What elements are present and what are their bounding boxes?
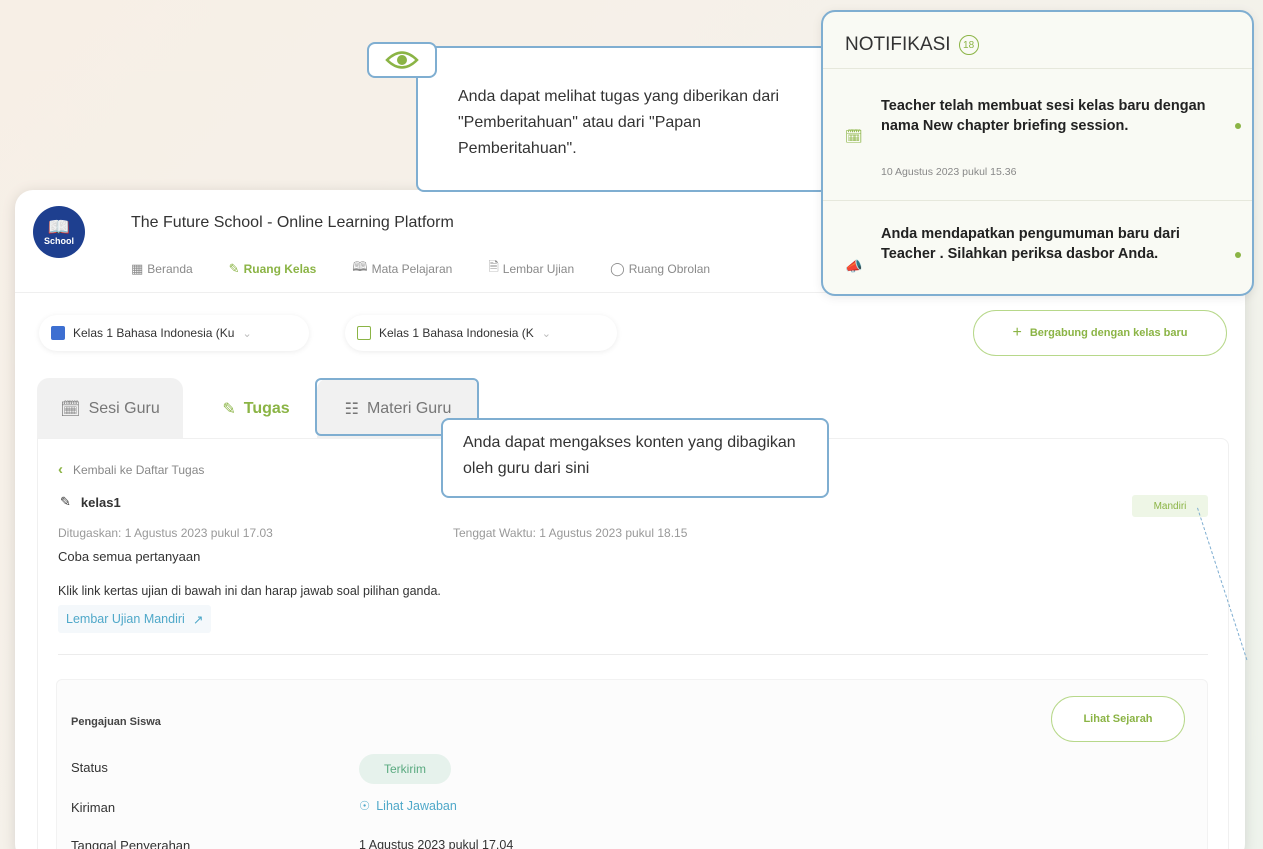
class-icon	[51, 326, 65, 340]
eye-icon: ☉	[359, 799, 371, 813]
task-instruction-long: Klik link kertas ujian di bawah ini dan …	[58, 584, 441, 598]
notification-hint-callout: Anda dapat melihat tugas yang diberikan …	[416, 46, 828, 192]
task-type-badge: Mandiri	[1132, 495, 1208, 517]
notification-panel: NOTIFIKASI 18 🗓 Teacher telah membuat se…	[821, 10, 1254, 296]
class-select-secondary[interactable]: Kelas 1 Bahasa Indonesia (K ⌄	[345, 315, 617, 351]
notification-divider	[823, 200, 1252, 201]
notification-text: Teacher telah membuat sesi kelas baru de…	[881, 98, 1206, 134]
calendar-icon: 🗓	[845, 128, 863, 144]
nav-lembar-ujian[interactable]: 🗎 Lembar Ujian	[488, 258, 574, 280]
view-answer-link[interactable]: ☉ Lihat Jawaban	[359, 798, 457, 814]
app-title: The Future School - Online Learning Plat…	[131, 214, 454, 231]
pen-icon: ✎	[228, 261, 240, 276]
eye-icon	[385, 51, 419, 69]
tab-tugas[interactable]: ✎ Tugas	[197, 378, 315, 440]
submission-label: Kiriman	[71, 800, 116, 815]
nav-ruang-kelas[interactable]: ✎ Ruang Kelas	[229, 258, 317, 280]
chevron-down-icon: ⌄	[242, 327, 252, 340]
book-icon: 🕮	[352, 259, 368, 274]
external-link-icon: ↗	[192, 612, 204, 627]
status-badge: Terkirim	[359, 754, 451, 784]
view-history-button[interactable]: Lihat Sejarah	[1051, 696, 1185, 742]
chevron-down-icon: ⌄	[541, 327, 551, 340]
main-nav: ▦ Beranda ✎ Ruang Kelas 🕮 Mata Pelajaran…	[131, 258, 746, 280]
school-logo[interactable]: 📖 School	[33, 206, 85, 258]
exam-sheet-link[interactable]: Lembar Ujian Mandiri ↗	[58, 605, 212, 633]
join-class-button[interactable]: + Bergabung dengan kelas baru	[973, 310, 1227, 356]
monitor-icon	[357, 326, 371, 340]
notification-count-badge: 18	[958, 35, 979, 55]
student-submission-card: Pengajuan Siswa Lihat Sejarah Status Ter…	[56, 679, 1208, 849]
due-date: Tenggat Waktu: 1 Agustus 2023 pukul 18.1…	[453, 526, 688, 540]
pen-icon: ✎	[60, 494, 71, 509]
nav-mata-pelajaran[interactable]: 🕮 Mata Pelajaran	[352, 258, 452, 280]
pen-icon: ✎	[222, 401, 236, 418]
book-icon: 📖	[47, 217, 71, 237]
exam-sheet-icon: 🗎	[488, 259, 499, 274]
class-select-primary[interactable]: Kelas 1 Bahasa Indonesia (Ku ⌄	[39, 315, 309, 351]
unread-dot	[1235, 252, 1241, 258]
task-title: ✎ kelas1	[60, 494, 121, 510]
chat-icon: ◯	[610, 261, 625, 276]
section-divider	[58, 654, 1208, 655]
submission-title: Pengajuan Siswa	[71, 716, 161, 728]
assigned-date: Ditugaskan: 1 Agustus 2023 pukul 17.03	[58, 526, 273, 540]
notification-divider	[823, 68, 1252, 69]
task-instruction-short: Coba semua pertanyaan	[58, 549, 201, 564]
nav-beranda[interactable]: ▦ Beranda	[131, 258, 193, 280]
status-label: Status	[71, 760, 108, 775]
notification-time: 10 Agustus 2023 pukul 15.36	[881, 166, 1017, 178]
plus-icon: +	[1012, 324, 1022, 341]
notification-text: Anda mendapatkan pengumuman baru dari Te…	[881, 226, 1180, 262]
task-detail-panel: ‹ Kembali ke Daftar Tugas ✎ kelas1 Mandi…	[37, 438, 1229, 849]
grid-icon: ▦	[131, 261, 144, 276]
chevron-left-icon: ‹	[58, 461, 63, 478]
back-to-task-list-link[interactable]: ‹ Kembali ke Daftar Tugas	[58, 461, 204, 478]
megaphone-icon: 📣	[845, 258, 863, 274]
submission-date-label: Tanggal Penyerahan	[71, 838, 191, 849]
calendar-icon: 🗓	[60, 401, 81, 418]
tab-sesi-guru[interactable]: 🗓 Sesi Guru	[37, 378, 183, 440]
eye-icon-box	[367, 42, 437, 78]
materials-hint-callout: Anda dapat mengakses konten yang dibagik…	[441, 418, 829, 498]
notification-header: NOTIFIKASI 18	[845, 34, 979, 56]
unread-dot	[1235, 123, 1241, 129]
submission-date-value: 1 Agustus 2023 pukul 17.04	[359, 838, 514, 849]
nav-ruang-obrolan[interactable]: ◯ Ruang Obrolan	[610, 258, 710, 280]
